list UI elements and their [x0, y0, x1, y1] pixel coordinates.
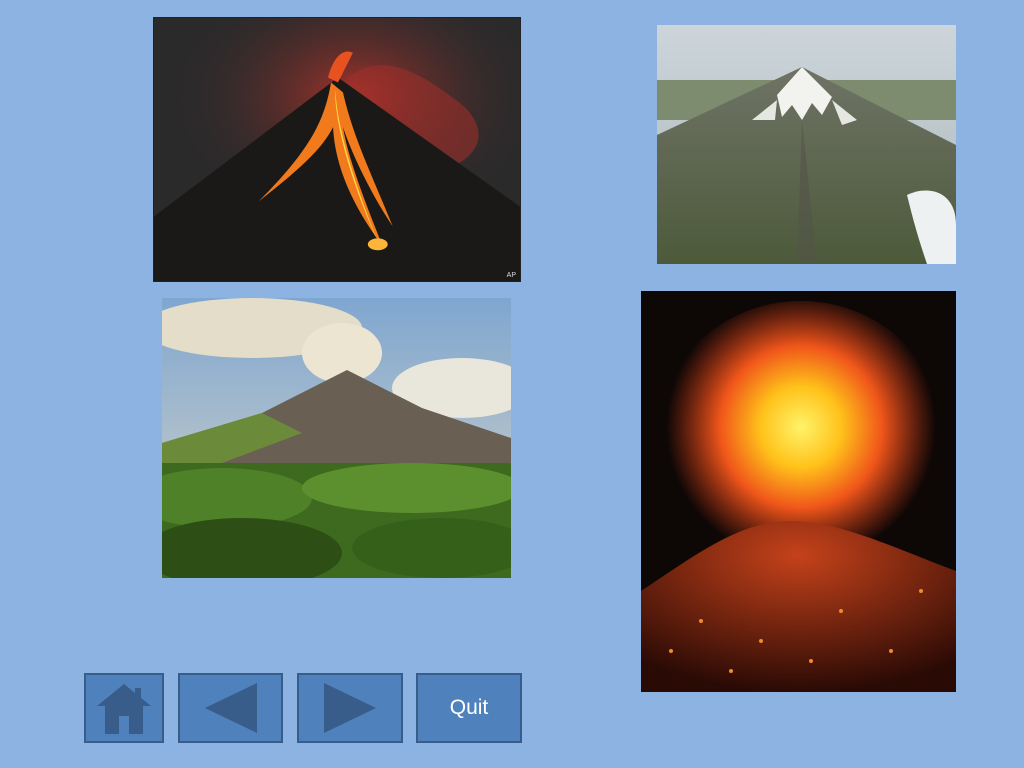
next-button[interactable] [297, 673, 403, 743]
volcanic-explosion-photo [641, 291, 956, 692]
quit-label: Quit [449, 696, 489, 719]
snow-capped-volcano-photo [657, 25, 956, 264]
home-icon [97, 684, 151, 734]
volcano-jungle-photo [162, 298, 511, 578]
quit-button[interactable]: Quit [416, 673, 522, 743]
home-button[interactable] [84, 673, 164, 743]
photo-credit: AP [506, 272, 516, 279]
arrow-right-icon [324, 683, 376, 733]
arrow-left-icon [204, 683, 257, 733]
previous-button[interactable] [178, 673, 283, 743]
volcano-lava-night-photo: AP [153, 17, 521, 282]
